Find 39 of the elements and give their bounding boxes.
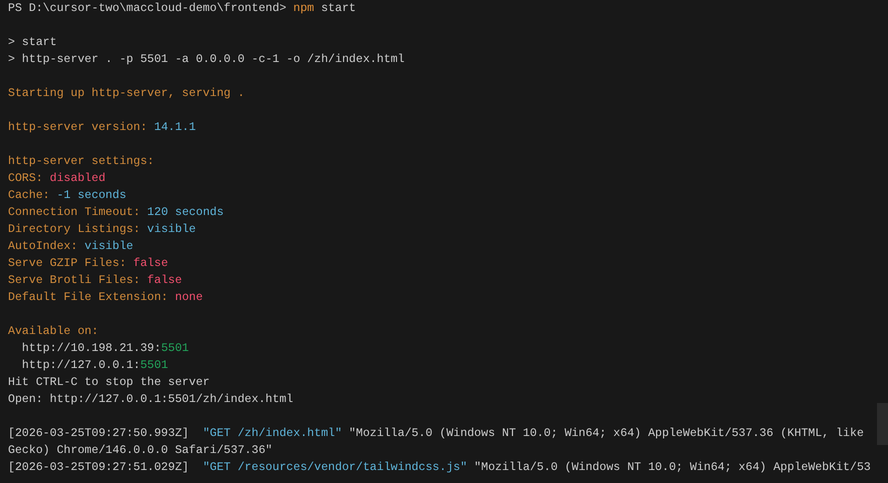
terminal-text: > start [8, 36, 57, 49]
terminal-text: Open: http://127.0.0.1:5501/zh/index.html [8, 393, 294, 406]
terminal-text: Directory Listings: [8, 223, 142, 236]
terminal-text: start [320, 2, 356, 15]
terminal-text: > http-server . -p 5501 -a 0.0.0.0 -c-1 -o /zh/index.html [8, 53, 405, 66]
terminal-text: 5501 [161, 342, 189, 355]
terminal-text: none [174, 291, 203, 304]
terminal-text: [2026-03-25T09:27:50.993Z] [8, 427, 190, 440]
terminal-text: Hit CTRL-C to stop the server [8, 376, 210, 389]
terminal-text: http-server version: [8, 121, 148, 134]
terminal-text: Cache: [8, 189, 51, 202]
terminal-text: Available on: [8, 325, 98, 338]
terminal-text: Gecko) Chrome/146.0.0.0 Safari/537.36" [8, 444, 272, 457]
terminal-text: [2026-03-25T09:27:51.029Z] [8, 461, 190, 474]
terminal-text: -1 seconds [56, 189, 126, 202]
terminal-text: npm [293, 2, 314, 15]
terminal-text: Starting up http-server, serving . [8, 87, 245, 100]
terminal-text: "GET /zh/index.html" [202, 427, 342, 440]
terminal-text: PS D:\cursor-two\maccloud-demo\frontend> [8, 2, 288, 15]
terminal-text: http-server settings: [8, 155, 154, 168]
terminal-text: "Mozilla/5.0 (Windows NT 10.0; Win64; x64) AppleWebKit/53 [473, 461, 871, 474]
terminal-text: false [147, 274, 182, 287]
terminal-text: http://127.0.0.1: [20, 359, 140, 372]
terminal-text: visible [84, 240, 134, 253]
terminal-text: false [133, 257, 168, 270]
terminal-text: 14.1.1 [154, 121, 196, 134]
terminal-text: CORS: [8, 172, 44, 185]
terminal-text: "GET /resources/vendor/tailwindcss.js" [202, 461, 468, 474]
terminal-text: Default File Extension: [8, 291, 170, 304]
terminal-text: 120 seconds [147, 206, 224, 219]
terminal-text: Connection Timeout: [8, 206, 142, 219]
terminal-text: http://10.198.21.39: [20, 342, 162, 355]
terminal-text: Serve Brotli Files: [8, 274, 142, 287]
terminal-text: 5501 [140, 359, 168, 372]
terminal-text: disabled [50, 172, 106, 185]
terminal-text: AutoIndex: [8, 240, 79, 253]
terminal-text: Serve GZIP Files: [8, 257, 128, 270]
terminal-text: "Mozilla/5.0 (Windows NT 10.0; Win64; x64) AppleWebKit/537.36 (KHTML, like [348, 427, 864, 440]
terminal-text: visible [147, 223, 196, 236]
